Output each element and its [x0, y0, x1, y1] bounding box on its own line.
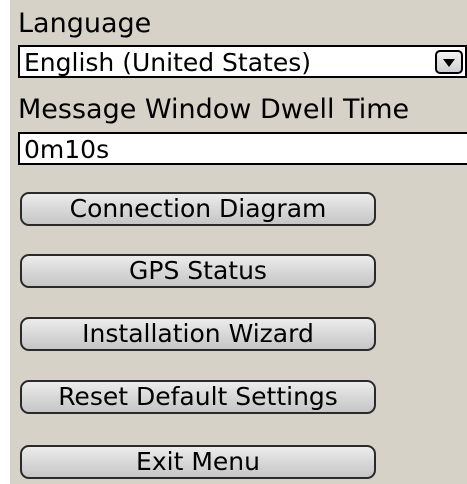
- language-select-value: English (United States): [24, 48, 312, 77]
- dwell-time-label: Message Window Dwell Time: [18, 94, 410, 125]
- installation-wizard-button[interactable]: Installation Wizard: [20, 317, 376, 351]
- dwell-time-value: 0m10s: [24, 135, 110, 164]
- reset-default-settings-button[interactable]: Reset Default Settings: [20, 380, 376, 414]
- language-label: Language: [18, 8, 152, 39]
- language-select[interactable]: English (United States): [18, 45, 467, 78]
- connection-diagram-button[interactable]: Connection Diagram: [20, 192, 376, 226]
- gps-status-button[interactable]: GPS Status: [20, 254, 376, 288]
- chevron-down-icon[interactable]: [435, 50, 463, 74]
- dwell-time-input[interactable]: 0m10s: [18, 132, 467, 165]
- exit-menu-button[interactable]: Exit Menu: [20, 445, 376, 479]
- settings-panel: Language English (United States) Message…: [10, 0, 467, 484]
